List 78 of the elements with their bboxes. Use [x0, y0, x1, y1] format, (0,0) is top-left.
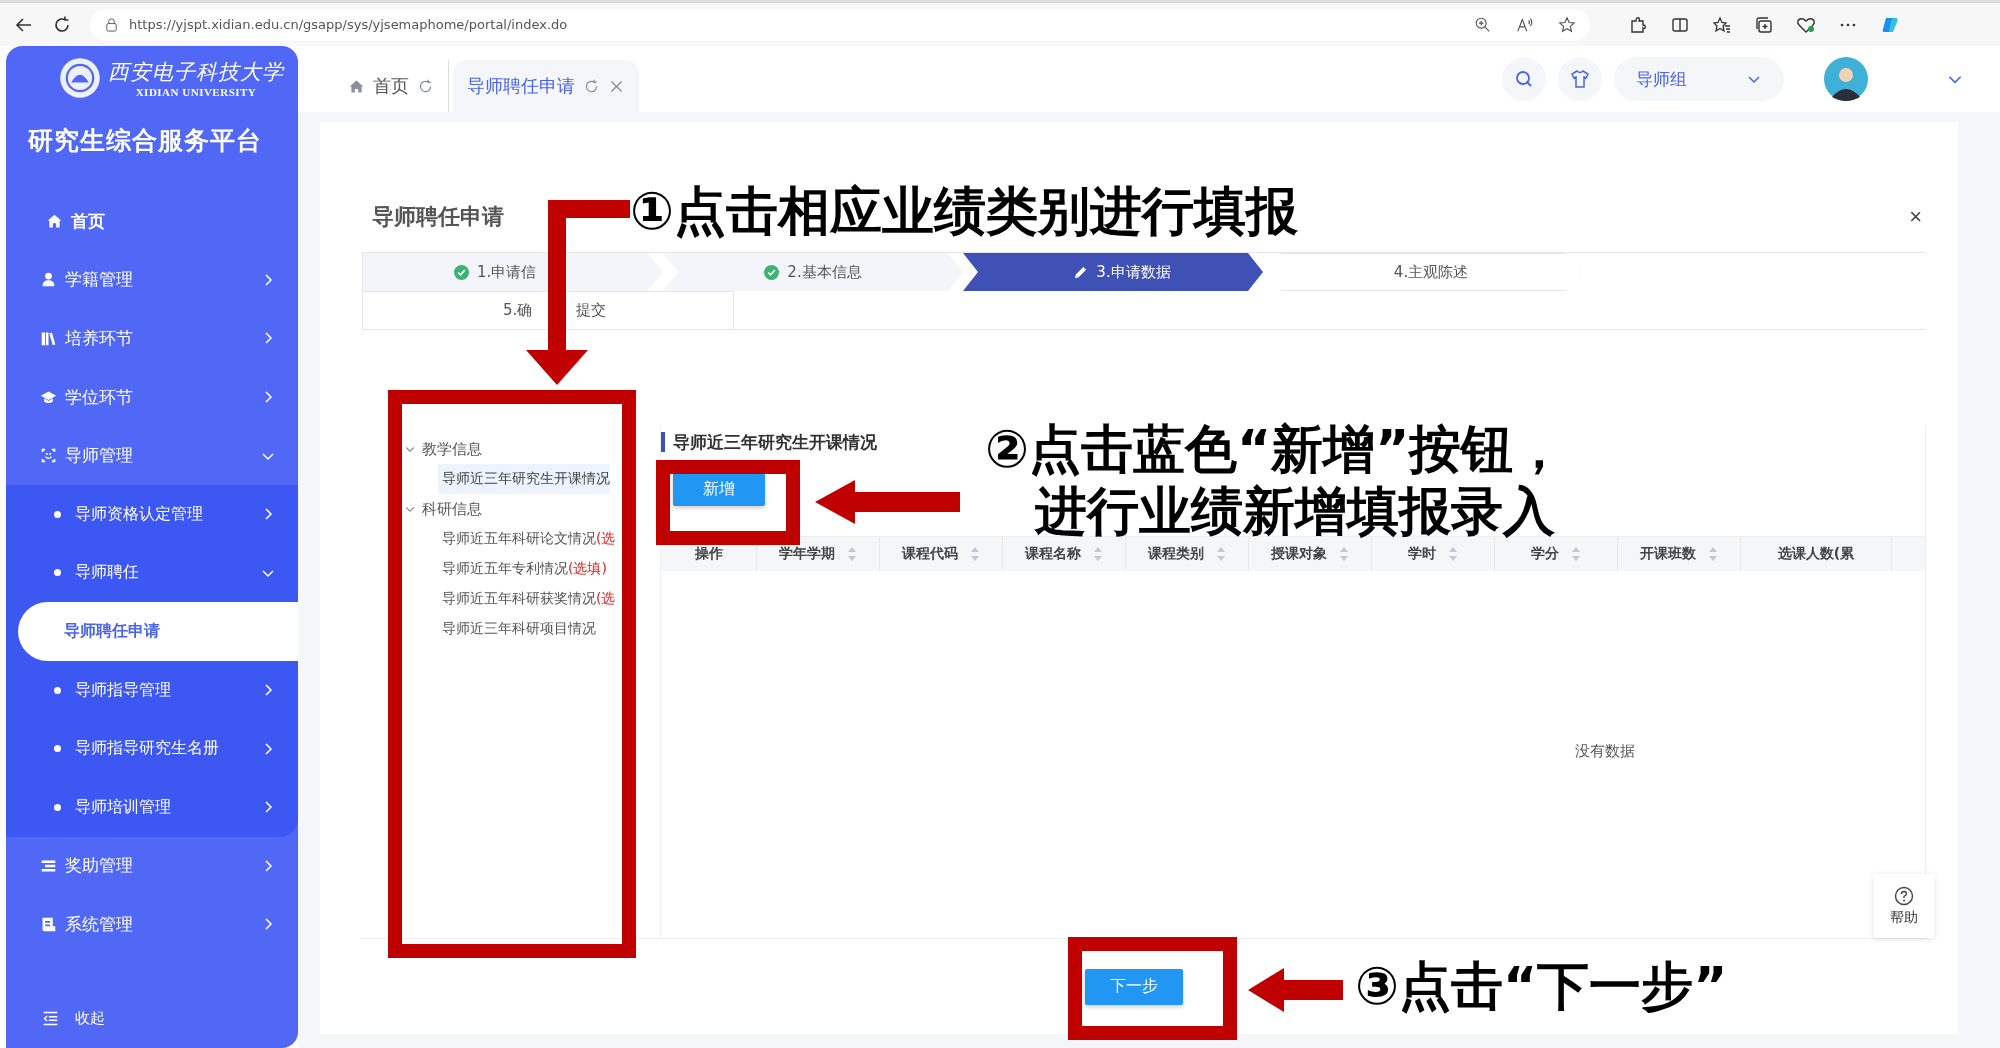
tree-group[interactable]: 科研信息 — [404, 494, 654, 524]
menu-item[interactable]: 首页 — [6, 192, 298, 251]
form-title: 导师聘任申请 — [372, 203, 504, 231]
menu-item[interactable]: 学位环节 — [6, 367, 298, 427]
menu-item[interactable]: 导师资格认定管理 — [6, 484, 298, 544]
tree-item[interactable]: 导师近五年科研论文情况(选 — [442, 524, 616, 554]
pencil-icon — [1073, 264, 1089, 280]
column-header[interactable]: 选课人数(累 — [1741, 537, 1892, 571]
column-header[interactable]: 课程代码 — [880, 537, 1003, 571]
tree-item[interactable]: 导师近五年专利情况(选填) — [442, 554, 607, 584]
empty-message: 没有数据 — [1575, 741, 1635, 761]
collections-icon[interactable] — [1754, 14, 1774, 35]
column-header[interactable]: 学年学期 — [757, 537, 880, 571]
zoom-icon[interactable] — [1474, 15, 1492, 34]
step-tab[interactable]: 5.确 提交 — [363, 291, 734, 329]
question-icon — [1894, 885, 1914, 906]
menu-item[interactable]: 培养环节 — [6, 309, 298, 368]
theme-button[interactable] — [1558, 57, 1602, 101]
refresh-icon — [417, 77, 434, 95]
person-icon — [40, 271, 57, 289]
bullet-icon — [54, 510, 61, 518]
search-icon — [1514, 69, 1534, 89]
read-aloud-icon[interactable] — [1516, 15, 1534, 34]
search-button[interactable] — [1502, 57, 1546, 101]
address-bar[interactable]: https://yjspt.xidian.edu.cn/gsapp/sys/yjsemaphome/portal/index.do — [90, 8, 1590, 41]
tree-item[interactable]: 导师近五年科研获奖情况(选 — [442, 584, 616, 614]
document-icon — [40, 915, 57, 933]
menu-item[interactable]: 导师管理 — [6, 426, 298, 485]
column-header[interactable]: 授课对象 — [1249, 537, 1372, 571]
step-tab[interactable]: 2.基本信息 — [663, 253, 963, 291]
menu-item[interactable]: 导师聘任申请 — [18, 602, 298, 661]
tree-item[interactable]: 导师近三年研究生开课情况 — [438, 464, 610, 494]
puzzle-icon[interactable] — [1628, 14, 1648, 35]
lock-icon — [104, 17, 119, 32]
university-name-english: XIDIAN UNIVERSITY — [135, 86, 257, 98]
bullet-icon — [54, 569, 61, 577]
menu-item[interactable]: 导师培训管理 — [6, 777, 298, 837]
tab[interactable]: 导师聘任申请 — [453, 60, 639, 112]
close-button[interactable]: × — [1905, 204, 1926, 230]
menu-item[interactable]: 导师指导管理 — [6, 660, 298, 720]
emblem-icon — [58, 56, 102, 100]
reload-icon[interactable] — [52, 14, 72, 35]
annotation-text: ③点击“下一步” — [1355, 955, 1728, 1017]
column-header[interactable]: 学分 — [1495, 537, 1618, 571]
star-icon[interactable] — [1558, 15, 1576, 34]
platform-title: 研究生综合服务平台 — [27, 125, 263, 157]
avatar-icon[interactable] — [1824, 57, 1868, 101]
help-button[interactable]: 帮助 — [1874, 874, 1934, 938]
annotation-text: ①点击相应业绩类别进行填报 — [630, 180, 1299, 242]
check-circle-icon — [764, 264, 780, 280]
menu-item[interactable]: 学籍管理 — [6, 250, 298, 310]
tree-group[interactable]: 教学信息 — [404, 434, 654, 464]
step-tab[interactable]: 4.主观陈述 — [1281, 253, 1581, 291]
refresh-icon — [583, 77, 600, 95]
home-icon — [46, 212, 63, 230]
menu-item[interactable]: 奖助管理 — [6, 836, 298, 896]
step-tab[interactable]: 1.申请信 — [363, 253, 663, 291]
bullet-icon — [54, 686, 61, 694]
menu-item[interactable]: 导师指导研究生名册 — [6, 719, 298, 778]
university-name: 西安电子科技大学 — [108, 59, 284, 86]
column-header[interactable]: 开课班数 — [1618, 537, 1741, 571]
column-header[interactable]: 课程名称 — [1003, 537, 1126, 571]
bullet-icon — [54, 745, 61, 753]
favorites-icon[interactable] — [1712, 14, 1732, 35]
column-header[interactable]: 课程类别 — [1126, 537, 1249, 571]
menu-item[interactable]: 系统管理 — [6, 895, 298, 954]
shirt-icon — [1570, 69, 1590, 89]
face-scan-icon — [40, 447, 57, 465]
tree-item[interactable]: 导师近三年科研项目情况 — [442, 614, 596, 644]
collapse-button[interactable]: 收起 — [6, 988, 298, 1048]
role-dropdown[interactable]: 导师组 — [1614, 57, 1784, 101]
books-icon — [40, 330, 57, 347]
column-header[interactable]: 学时 — [1372, 537, 1495, 571]
check-circle-icon — [454, 264, 469, 280]
bullet-icon — [54, 803, 61, 811]
collapse-icon — [42, 1009, 59, 1027]
menu-item[interactable]: 导师聘任 — [6, 543, 298, 603]
column-header[interactable]: 操作 — [661, 537, 757, 571]
